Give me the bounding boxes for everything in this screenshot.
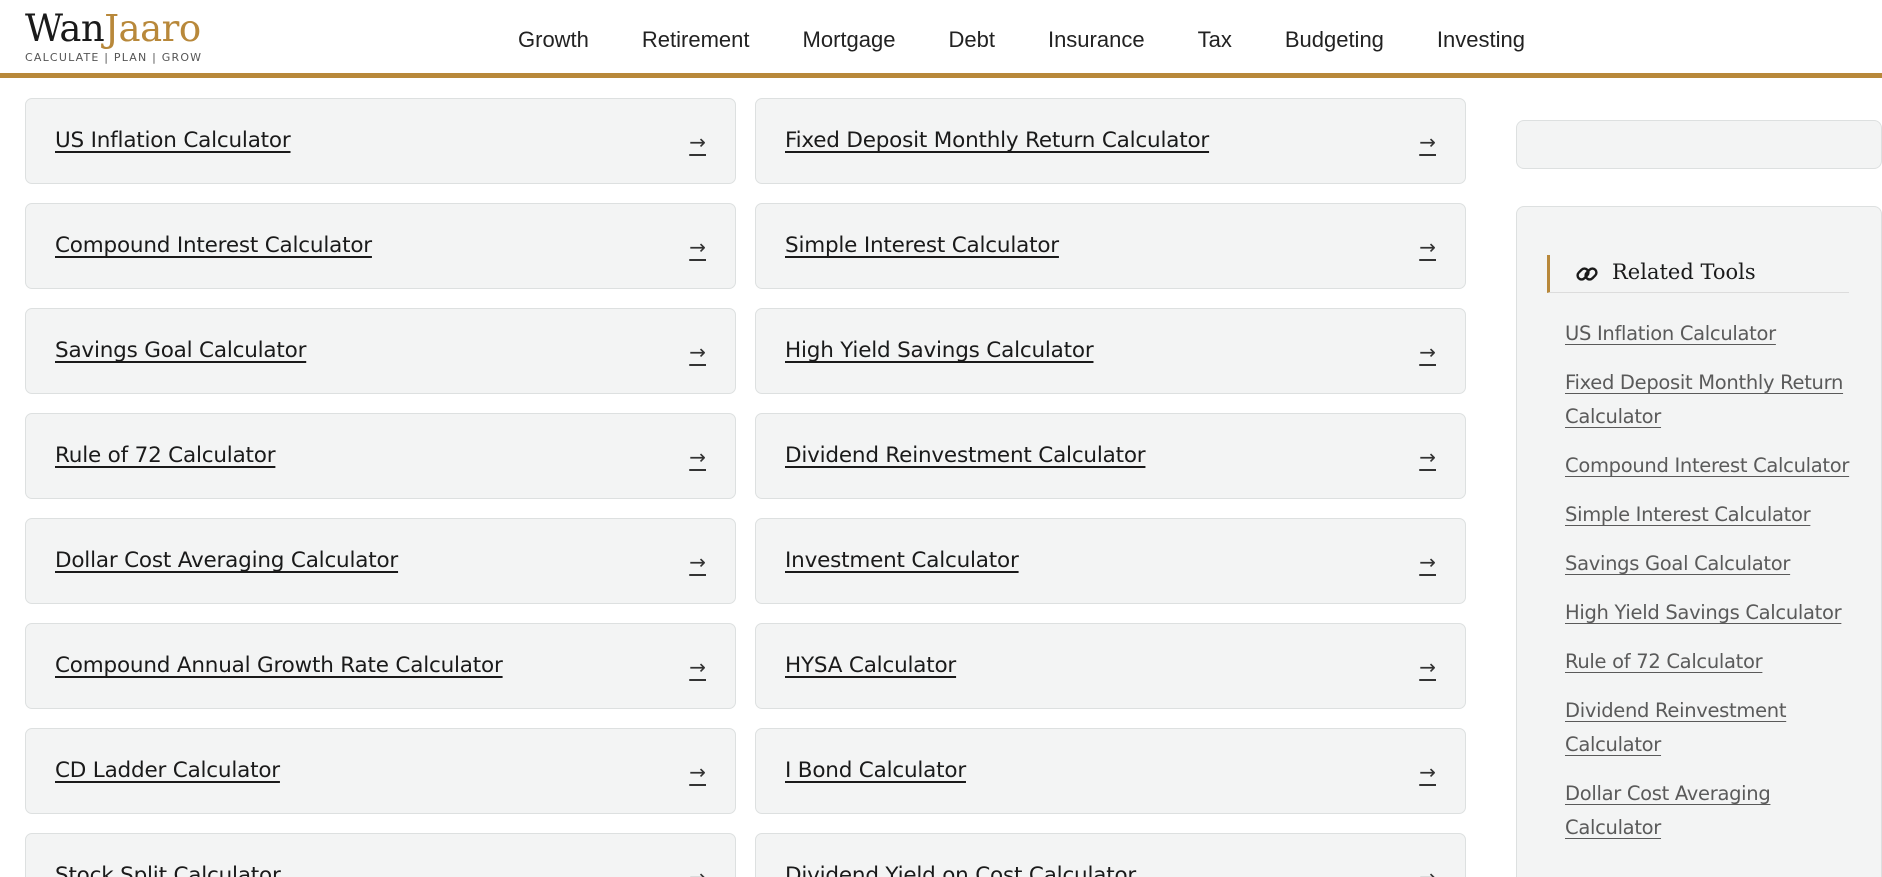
arrow-right-icon: → [689, 550, 706, 574]
related-tool-link[interactable]: Compound Interest Calculator [1565, 449, 1865, 483]
main-nav: Growth Retirement Mortgage Debt Insuranc… [518, 22, 1578, 58]
logo-tagline: CALCULATE | PLAN | GROW [25, 51, 203, 64]
calculator-card[interactable]: US Inflation Calculator → [25, 98, 736, 184]
calculator-card[interactable]: Compound Interest Calculator → [25, 203, 736, 289]
calculator-card[interactable]: High Yield Savings Calculator → [755, 308, 1466, 394]
nav-item-debt[interactable]: Debt [948, 22, 994, 58]
link-icon [1576, 267, 1598, 281]
related-tool-link[interactable]: Dollar Cost Averaging Calculator [1565, 777, 1865, 845]
calculator-card-title[interactable]: CD Ladder Calculator [55, 729, 280, 813]
arrow-right-icon: → [689, 340, 706, 364]
related-tool-link[interactable]: High Yield Savings Calculator [1565, 596, 1865, 630]
nav-item-investing[interactable]: Investing [1437, 22, 1525, 58]
calculator-card[interactable]: Rule of 72 Calculator → [25, 413, 736, 499]
calculator-card-title[interactable]: Savings Goal Calculator [55, 309, 306, 393]
arrow-right-icon: → [1419, 655, 1436, 679]
logo-wordmark-part1: Wan [25, 7, 105, 50]
calculator-card[interactable]: Dividend Reinvestment Calculator → [755, 413, 1466, 499]
calculator-card[interactable]: Dollar Cost Averaging Calculator → [25, 518, 736, 604]
calculator-card-title[interactable]: Compound Interest Calculator [55, 204, 372, 288]
related-tool-link[interactable]: Rule of 72 Calculator [1565, 645, 1865, 679]
calculator-card-title[interactable]: US Inflation Calculator [55, 99, 291, 183]
related-tool-link[interactable]: Fixed Deposit Monthly Return Calculator [1565, 366, 1865, 434]
calculator-card[interactable]: Stock Split Calculator → [25, 833, 736, 877]
calculator-card[interactable]: CD Ladder Calculator → [25, 728, 736, 814]
calculator-card-title[interactable]: Fixed Deposit Monthly Return Calculator [785, 99, 1209, 183]
related-tool-link[interactable]: Savings Goal Calculator [1565, 547, 1865, 581]
calculator-card-title[interactable]: HYSA Calculator [785, 624, 956, 708]
site-logo[interactable]: WanJaaro CALCULATE | PLAN | GROW [25, 6, 202, 64]
arrow-right-icon: → [1419, 445, 1436, 469]
calculator-card[interactable]: Investment Calculator → [755, 518, 1466, 604]
arrow-right-icon: → [1419, 865, 1436, 877]
calculator-card[interactable]: HYSA Calculator → [755, 623, 1466, 709]
nav-item-budgeting[interactable]: Budgeting [1285, 22, 1384, 58]
calculator-card-title[interactable]: Dollar Cost Averaging Calculator [55, 519, 398, 603]
calculator-card[interactable]: I Bond Calculator → [755, 728, 1466, 814]
arrow-right-icon: → [689, 655, 706, 679]
related-tools-header: Related Tools [1547, 255, 1849, 293]
calculator-card-title[interactable]: I Bond Calculator [785, 729, 966, 813]
nav-item-tax[interactable]: Tax [1198, 22, 1232, 58]
calculator-card-title[interactable]: Compound Annual Growth Rate Calculator [55, 624, 503, 708]
related-tool-link[interactable]: Simple Interest Calculator [1565, 498, 1865, 532]
arrow-right-icon: → [689, 865, 706, 877]
calculator-card-title[interactable]: Simple Interest Calculator [785, 204, 1059, 288]
logo-wordmark-part2: Jaaro [104, 7, 201, 50]
calculator-card-title[interactable]: Rule of 72 Calculator [55, 414, 276, 498]
related-tool-link[interactable]: Dividend Reinvestment Calculator [1565, 694, 1865, 762]
calculator-card-title[interactable]: High Yield Savings Calculator [785, 309, 1094, 393]
related-tools-list: US Inflation Calculator Fixed Deposit Mo… [1565, 317, 1865, 860]
calculator-card-title[interactable]: Investment Calculator [785, 519, 1019, 603]
related-tool-link[interactable]: US Inflation Calculator [1565, 317, 1865, 351]
calculator-card[interactable]: Savings Goal Calculator → [25, 308, 736, 394]
nav-item-mortgage[interactable]: Mortgage [803, 22, 896, 58]
nav-item-growth[interactable]: Growth [518, 22, 589, 58]
sidebar-top-box [1516, 120, 1882, 169]
arrow-right-icon: → [689, 235, 706, 259]
calculator-card[interactable]: Compound Annual Growth Rate Calculator → [25, 623, 736, 709]
arrow-right-icon: → [689, 760, 706, 784]
related-tools-panel: Related Tools US Inflation Calculator Fi… [1516, 206, 1882, 877]
calculator-card-title[interactable]: Dividend Yield on Cost Calculator [785, 834, 1136, 877]
calculator-card[interactable]: Fixed Deposit Monthly Return Calculator → [755, 98, 1466, 184]
arrow-right-icon: → [1419, 340, 1436, 364]
calculator-card[interactable]: Simple Interest Calculator → [755, 203, 1466, 289]
arrow-right-icon: → [1419, 760, 1436, 784]
nav-item-retirement[interactable]: Retirement [642, 22, 750, 58]
calculator-card-title[interactable]: Dividend Reinvestment Calculator [785, 414, 1146, 498]
arrow-right-icon: → [689, 130, 706, 154]
related-tools-title: Related Tools [1612, 260, 1756, 284]
site-header: WanJaaro CALCULATE | PLAN | GROW Growth … [0, 0, 1882, 78]
calculator-grid: US Inflation Calculator → Fixed Deposit M… [25, 98, 1467, 877]
arrow-right-icon: → [1419, 130, 1436, 154]
calculator-card[interactable]: Dividend Yield on Cost Calculator → [755, 833, 1466, 877]
nav-item-insurance[interactable]: Insurance [1048, 22, 1145, 58]
arrow-right-icon: → [689, 445, 706, 469]
calculator-card-title[interactable]: Stock Split Calculator [55, 834, 281, 877]
arrow-right-icon: → [1419, 550, 1436, 574]
arrow-right-icon: → [1419, 235, 1436, 259]
logo-wordmark: WanJaaro [25, 6, 202, 52]
